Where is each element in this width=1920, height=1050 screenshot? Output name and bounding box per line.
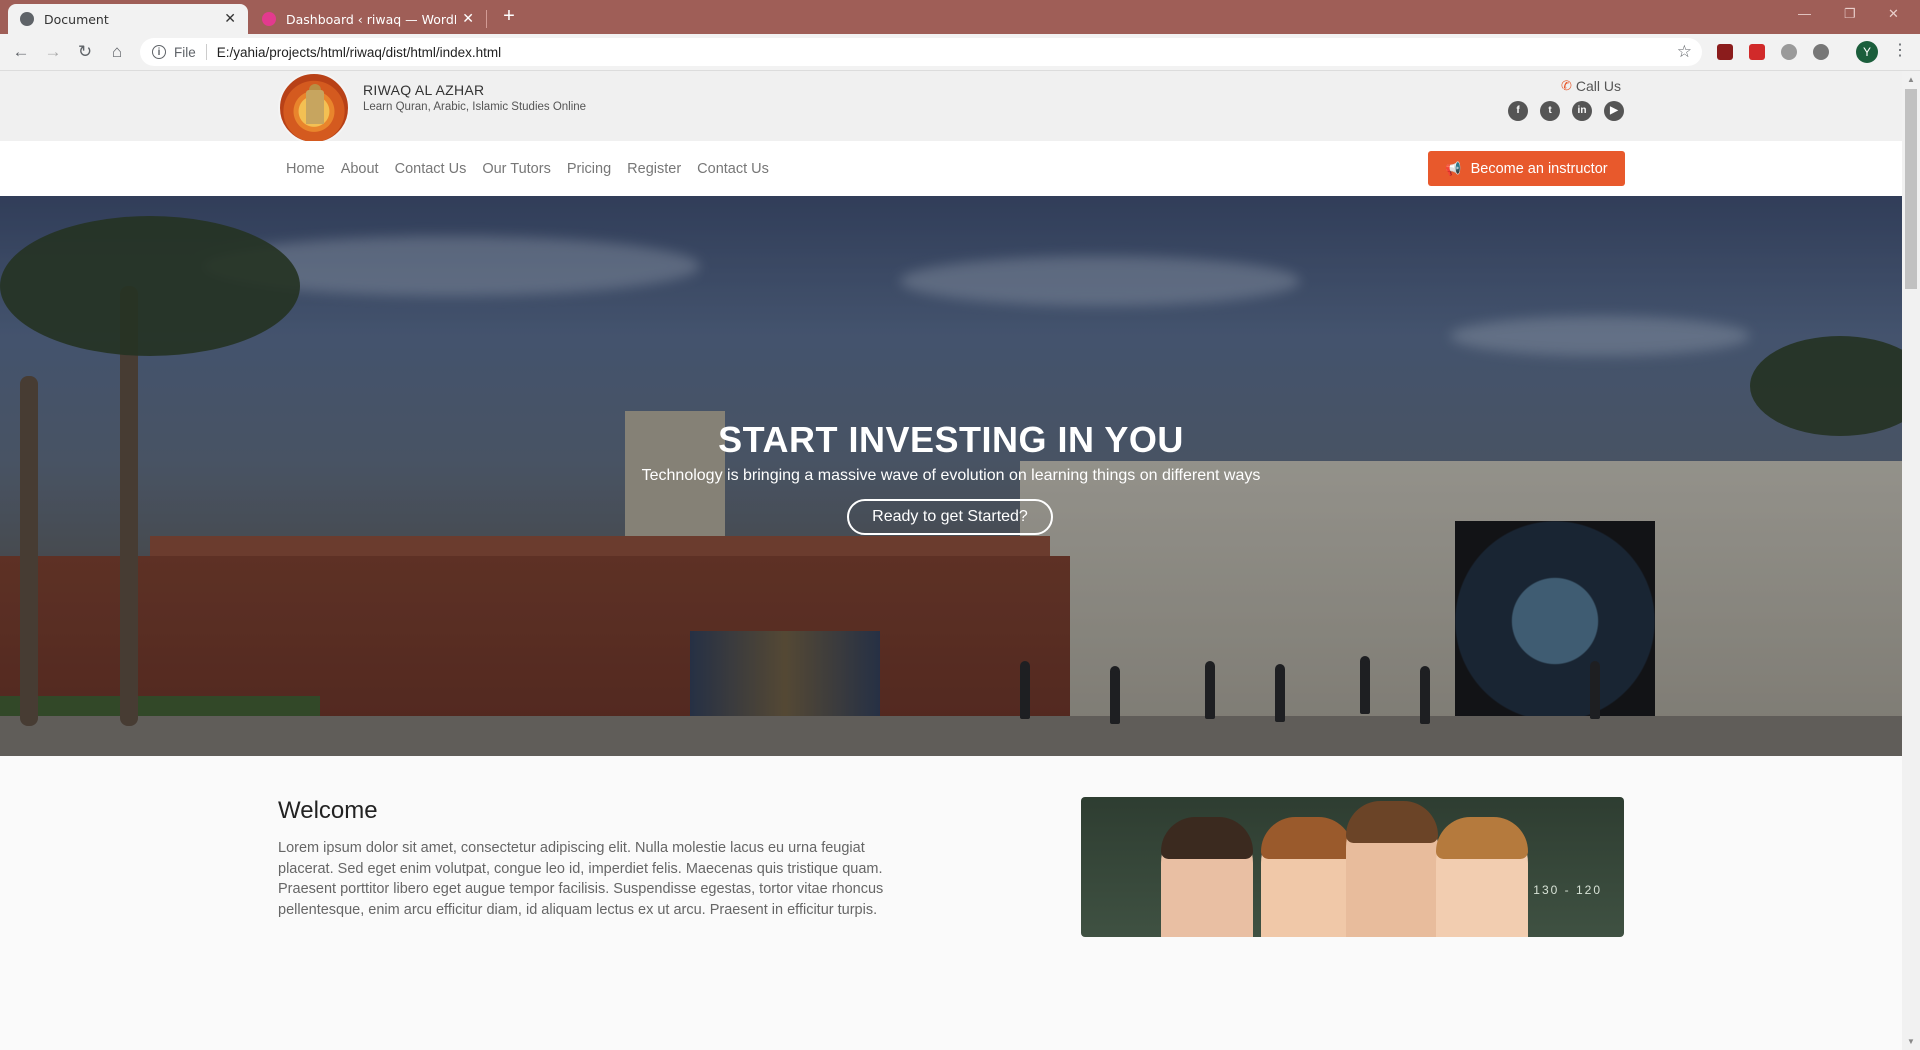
youtube-icon[interactable]: ▶ [1604, 101, 1624, 121]
student-figure [1346, 801, 1438, 937]
welcome-section: Welcome Lorem ipsum dolor sit amet, cons… [0, 756, 1902, 1050]
site-logo[interactable] [278, 72, 350, 144]
nav-about[interactable]: About [341, 161, 379, 177]
page-scrollbar[interactable]: ▲ ▼ [1902, 71, 1920, 1050]
brand-tagline: Learn Quran, Arabic, Islamic Studies Onl… [363, 101, 587, 113]
close-tab-icon[interactable]: ✕ [462, 11, 474, 27]
cta-label: Become an instructor [1470, 160, 1608, 177]
url-text[interactable]: E:/yahia/projects/html/riwaq/dist/html/i… [217, 45, 501, 60]
welcome-title: Welcome [278, 797, 378, 824]
nav-pricing[interactable]: Pricing [567, 161, 611, 177]
scroll-down-icon[interactable]: ▼ [1906, 1037, 1916, 1046]
wordpress-icon [262, 12, 276, 26]
brand-name[interactable]: RIWAQ AL AZHAR [363, 82, 484, 98]
profile-avatar[interactable]: Y [1856, 41, 1878, 63]
nav-links: Home About Contact Us Our Tutors Pricing… [286, 141, 769, 196]
tab-title: Document [44, 11, 109, 27]
welcome-text: Lorem ipsum dolor sit amet, consectetur … [278, 840, 884, 918]
extension-cloud-icon[interactable] [1781, 44, 1797, 60]
globe-icon [20, 12, 34, 26]
home-icon[interactable]: ⌂ [107, 42, 127, 62]
forward-icon[interactable]: → [43, 42, 63, 62]
back-icon[interactable]: ← [11, 42, 31, 62]
tab-document[interactable]: Document ✕ [8, 4, 248, 34]
bookmark-star-icon[interactable]: ☆ [1677, 42, 1692, 62]
minimize-button[interactable]: — [1798, 6, 1811, 21]
browser-toolbar: ← → ↻ ⌂ i File E:/yahia/projects/html/ri… [0, 34, 1920, 71]
info-icon[interactable]: i [152, 45, 166, 59]
scroll-up-icon[interactable]: ▲ [1906, 75, 1916, 84]
become-instructor-button[interactable]: 📢 Become an instructor [1428, 151, 1625, 186]
student-figure [1436, 817, 1528, 937]
megaphone-icon: 📢 [1445, 160, 1462, 176]
nav-register[interactable]: Register [627, 161, 681, 177]
phone-icon: ✆ [1561, 78, 1572, 93]
hero-banner: START INVESTING IN YOU Technology is bri… [0, 196, 1902, 756]
separator [205, 44, 207, 60]
browser-tab-strip: Document ✕ Dashboard ‹ riwaq — WordPress… [0, 0, 1920, 34]
logo-mosque [306, 90, 324, 124]
tab-wordpress-dashboard[interactable]: Dashboard ‹ riwaq — WordPress ✕ [250, 4, 486, 34]
extension-globe-icon[interactable] [1813, 44, 1829, 60]
nav-contact-us-2[interactable]: Contact Us [697, 161, 769, 177]
ublock-extension-icon[interactable] [1717, 44, 1733, 60]
new-tab-button[interactable]: + [498, 5, 520, 27]
site-topbar: RIWAQ AL AZHAR Learn Quran, Arabic, Isla… [0, 71, 1902, 144]
tab-title: Dashboard ‹ riwaq — WordPress [286, 11, 456, 27]
call-us-label: Call Us [1575, 78, 1622, 94]
facebook-icon[interactable]: f [1508, 101, 1528, 121]
restore-button[interactable]: ❐ [1844, 6, 1856, 22]
close-window-button[interactable]: ✕ [1888, 6, 1899, 22]
student-figure [1261, 817, 1353, 937]
student-figure [1161, 817, 1253, 937]
students-image: 130 - 120 [1081, 797, 1624, 937]
nav-home[interactable]: Home [286, 161, 325, 177]
get-started-button[interactable]: Ready to get Started? [847, 499, 1053, 535]
linkedin-icon[interactable]: in [1572, 101, 1592, 121]
twitter-icon[interactable]: t [1540, 101, 1560, 121]
nav-contact-us[interactable]: Contact Us [395, 161, 467, 177]
reload-icon[interactable]: ↻ [75, 42, 95, 62]
hero-title: START INVESTING IN YOU [718, 419, 1184, 460]
browser-menu-icon[interactable]: ⋮ [1892, 40, 1908, 60]
chalkboard-writing: 130 - 120 [1533, 883, 1602, 897]
nav-our-tutors[interactable]: Our Tutors [482, 161, 551, 177]
hero-subtitle: Technology is bringing a massive wave of… [641, 467, 1261, 484]
extension-red-icon[interactable] [1749, 44, 1765, 60]
address-bar[interactable]: i File E:/yahia/projects/html/riwaq/dist… [140, 38, 1702, 66]
close-tab-icon[interactable]: ✕ [224, 11, 236, 27]
scheme-label: File [174, 44, 196, 60]
page-viewport: RIWAQ AL AZHAR Learn Quran, Arabic, Isla… [0, 71, 1902, 1050]
tab-divider [486, 10, 487, 28]
call-us-link[interactable]: ✆ Call Us [1561, 78, 1621, 94]
scrollbar-thumb[interactable] [1905, 89, 1917, 289]
